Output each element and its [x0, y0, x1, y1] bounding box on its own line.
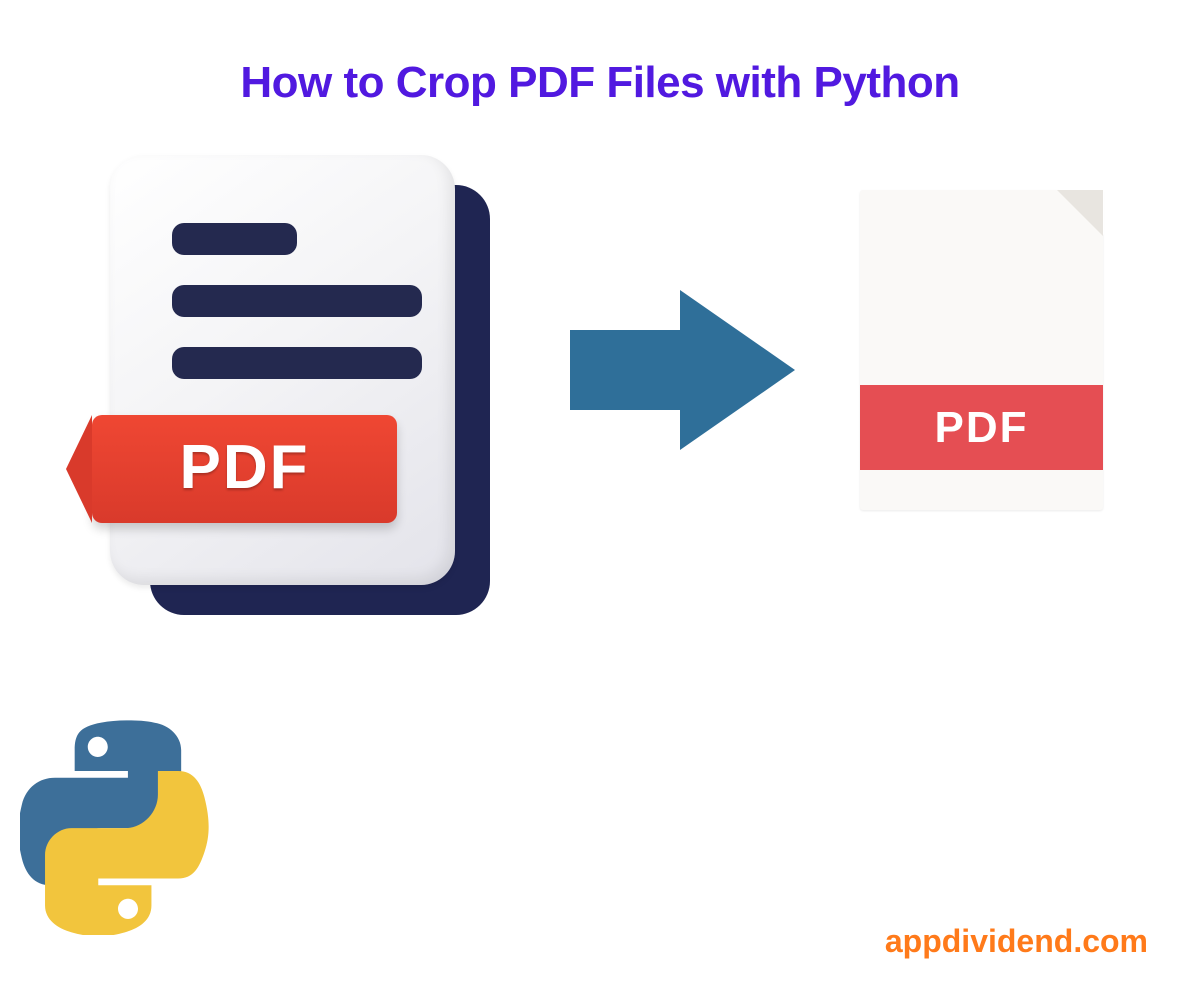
diagram-canvas: How to Crop PDF Files with Python PDF PD… — [0, 0, 1200, 1000]
pdf-file-icon: PDF — [860, 190, 1103, 510]
pdf-document-icon: PDF — [95, 145, 515, 665]
page-fold-icon — [1057, 190, 1103, 236]
pdf-band: PDF — [860, 385, 1103, 470]
pdf-ribbon-label: PDF — [180, 432, 310, 503]
pdf-front-card: PDF — [110, 155, 455, 585]
arrow-right-icon — [570, 280, 800, 460]
text-line-icon — [172, 347, 422, 379]
text-line-icon — [172, 223, 297, 255]
page-title: How to Crop PDF Files with Python — [0, 58, 1200, 108]
site-watermark: appdividend.com — [885, 923, 1148, 960]
pdf-ribbon: PDF — [92, 415, 397, 523]
python-logo-icon — [20, 720, 235, 940]
text-line-icon — [172, 285, 422, 317]
pdf-band-label: PDF — [935, 403, 1029, 453]
